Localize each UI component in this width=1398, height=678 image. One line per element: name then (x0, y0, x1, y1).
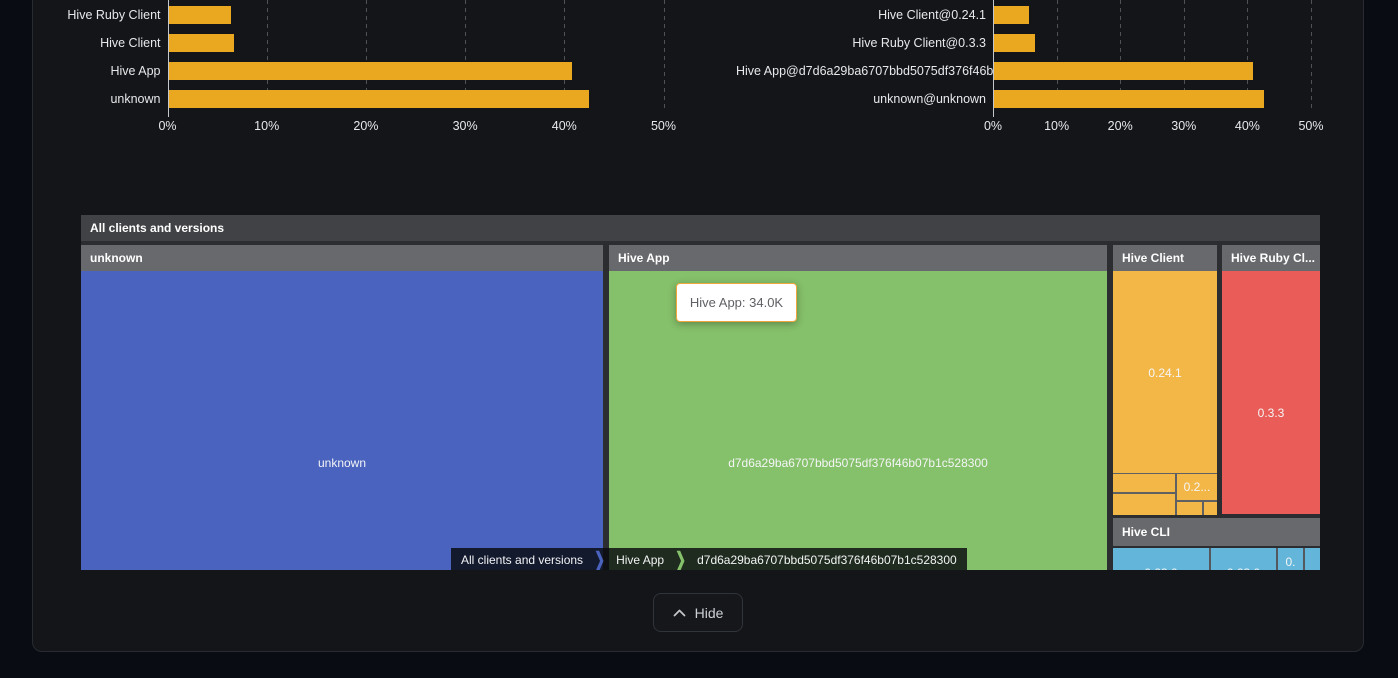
x-tick-label: 20% (1092, 119, 1148, 133)
category-label: Hive App@d7d6a29ba6707bbd5075df376f46b07… (736, 62, 986, 81)
treemap-cell-hive-ruby-label: 0.3.3 (1222, 406, 1320, 420)
category-label: Hive Client (0, 34, 161, 53)
category-label: Hive Ruby Client@0.3.3 (736, 34, 986, 53)
treemap-cell-hive-cli-4[interactable] (1305, 548, 1320, 570)
treemap-hive-client-cells: 0.24.1 0.2... (1113, 271, 1217, 515)
treemap-hive-cli-cells: 0.23.0 0.23.0 0. (1113, 548, 1320, 570)
x-tick-label: 30% (1156, 119, 1212, 133)
treemap-section-unknown-header[interactable]: unknown (81, 245, 603, 271)
treemap-cell-hive-client-02x-label: 0.2... (1177, 480, 1217, 494)
hide-button[interactable]: Hide (653, 593, 743, 632)
treemap-section-unknown[interactable]: unknown unknown (81, 245, 603, 570)
x-tick-label: 20% (338, 119, 394, 133)
treemap-cell-hive-client-sub1[interactable] (1113, 474, 1175, 492)
breadcrumb-item-root[interactable]: All clients and versions (451, 548, 593, 570)
bar-Hive App@d7d6a29ba6707bbd5075df376f46b07b[interactable] (994, 62, 1253, 81)
treemap-section-hive-cli[interactable]: Hive CLI 0.23.0 0.23.0 0. (1113, 518, 1320, 570)
treemap-cell-hive-ruby[interactable]: 0.3.3 (1222, 271, 1320, 514)
treemap-cell-hive-client-sub4[interactable] (1204, 502, 1217, 515)
treemap-section-hive-ruby[interactable]: Hive Ruby Cl... 0.3.3 (1222, 245, 1320, 514)
breadcrumb-item-hive-app[interactable]: Hive App (606, 548, 674, 570)
bar-Hive App[interactable] (169, 62, 573, 81)
treemap-cell-hive-client-0241-label: 0.24.1 (1113, 366, 1217, 380)
grid-line (1311, 0, 1312, 110)
treemap-cell-hive-cli-3-label: 0. (1278, 555, 1303, 569)
category-label: Hive Ruby Client (0, 6, 161, 25)
bar-Hive Client@0.24.1[interactable] (994, 6, 1029, 25)
dashboard-page: 0% 10% 20% 30% 40% 50% Hive Ruby Client Hive Cl… (0, 0, 1398, 678)
bar-unknown[interactable] (169, 90, 590, 109)
treemap-cell-unknown-label: unknown (81, 456, 603, 470)
treemap-breadcrumb: All clients and versions ❯ Hive App ❯ d7… (451, 548, 967, 570)
x-tick-label: 40% (1219, 119, 1275, 133)
treemap-section-hive-cli-header[interactable]: Hive CLI (1113, 518, 1320, 546)
treemap-section-hive-client-header[interactable]: Hive Client (1113, 245, 1217, 271)
treemap-cell-hive-app-label: d7d6a29ba6707bbd5075df376f46b07b1c528300 (609, 456, 1107, 470)
x-tick-label: 10% (239, 119, 295, 133)
treemap-cell-hive-cli-2-label: 0.23.0 (1211, 566, 1276, 570)
bar-charts-row: 0% 10% 20% 30% 40% 50% Hive Ruby Client Hive Cl… (0, 0, 1398, 145)
category-label: Hive Client@0.24.1 (736, 6, 986, 25)
bar-Hive Ruby Client@0.3.3[interactable] (994, 34, 1035, 53)
hide-button-label: Hide (695, 605, 724, 621)
treemap-cell-hive-client-sub3[interactable] (1177, 502, 1202, 515)
x-tick-label: 30% (437, 119, 493, 133)
bar-Hive Ruby Client[interactable] (169, 6, 231, 25)
treemap-root-header[interactable]: All clients and versions (81, 215, 1320, 241)
treemap-cell-hive-client-02x[interactable]: 0.2... (1177, 474, 1217, 500)
treemap-cell-hive-client-sub2[interactable] (1113, 494, 1175, 515)
treemap-section-hive-app-header[interactable]: Hive App (609, 245, 1107, 271)
bar-Hive Client[interactable] (169, 34, 234, 53)
treemap-cell-hive-cli-1[interactable]: 0.23.0 (1113, 548, 1209, 570)
bar-unknown@unknown[interactable] (994, 90, 1264, 109)
category-label: unknown@unknown (736, 90, 986, 109)
x-tick-label: 10% (1029, 119, 1085, 133)
treemap-tooltip-text: Hive App: 34.0K (690, 295, 783, 310)
x-tick-label: 50% (636, 119, 692, 133)
treemap-section-hive-ruby-header[interactable]: Hive Ruby Cl... (1222, 245, 1320, 271)
breadcrumb-item-version[interactable]: d7d6a29ba6707bbd5075df376f46b07b1c528300 (687, 548, 967, 570)
treemap-cell-hive-cli-3[interactable]: 0. (1278, 548, 1303, 570)
treemap-cell-hive-cli-1-label: 0.23.0 (1113, 566, 1209, 570)
chevron-up-icon (673, 609, 686, 617)
grid-line (664, 0, 665, 110)
treemap-cell-hive-client-0241[interactable]: 0.24.1 (1113, 271, 1217, 473)
treemap-cell-hive-cli-2[interactable]: 0.23.0 (1211, 548, 1276, 570)
breadcrumb-chevron-icon: ❯ (674, 542, 687, 570)
breadcrumb-chevron-icon: ❯ (593, 542, 606, 570)
treemap-section-hive-client[interactable]: Hive Client 0.24.1 0.2... (1113, 245, 1217, 515)
category-label: unknown (0, 90, 161, 109)
category-label: Hive App (0, 62, 161, 81)
x-tick-label: 0% (965, 119, 1021, 133)
x-tick-label: 0% (140, 119, 196, 133)
x-tick-label: 40% (536, 119, 592, 133)
treemap-tooltip: Hive App: 34.0K (676, 283, 797, 322)
clients-treemap: All clients and versions unknown unknown… (81, 215, 1320, 570)
x-tick-label: 50% (1283, 119, 1339, 133)
treemap-cell-unknown[interactable]: unknown (81, 271, 603, 570)
